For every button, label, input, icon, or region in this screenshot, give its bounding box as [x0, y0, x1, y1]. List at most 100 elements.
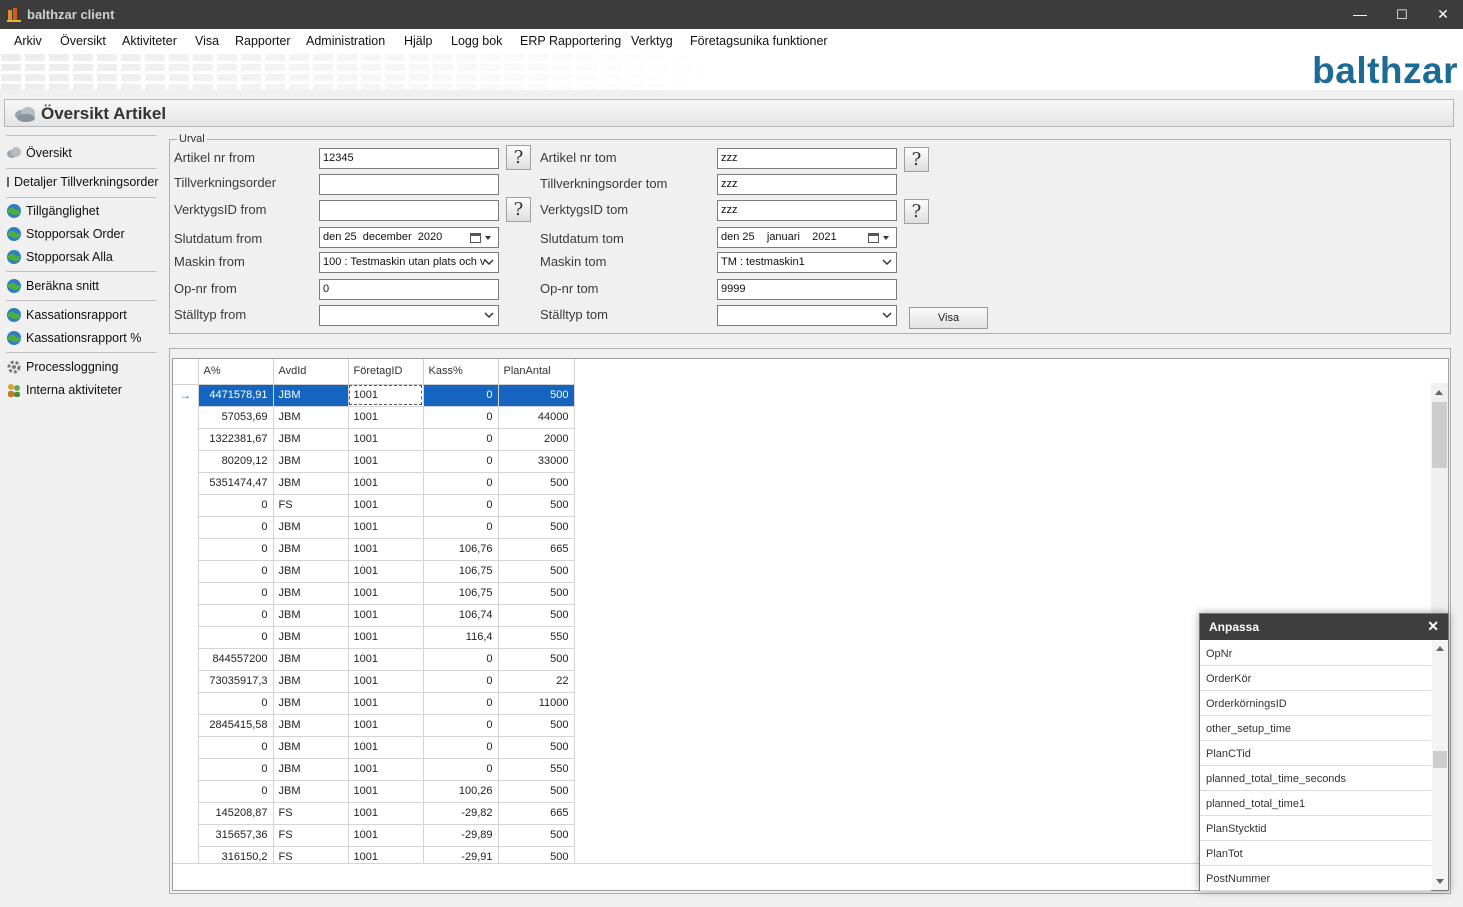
cell-planantal[interactable]: 550 — [498, 758, 575, 781]
cell-kass-procent[interactable]: 0 — [423, 692, 499, 715]
cell-kass-procent[interactable]: 106,75 — [423, 582, 499, 605]
cell-a-procent[interactable]: 0 — [198, 494, 274, 517]
cell-planantal[interactable]: 665 — [498, 538, 575, 561]
table-row[interactable]: 0 JBM 1001 0 550 — [173, 758, 575, 781]
cell-kass-procent[interactable]: 0 — [423, 648, 499, 671]
cell-avdid[interactable]: JBM — [273, 758, 349, 781]
cell-avdid[interactable]: JBM — [273, 670, 349, 693]
cell-a-procent[interactable]: 315657,36 — [198, 824, 274, 847]
cell-kass-procent[interactable]: 0 — [423, 516, 499, 539]
cell-avdid[interactable]: JBM — [273, 428, 349, 451]
cell-planantal[interactable]: 500 — [498, 472, 575, 495]
table-row[interactable]: 2845415,58 JBM 1001 0 500 — [173, 714, 575, 737]
table-row[interactable]: 73035917,3 JBM 1001 0 22 — [173, 670, 575, 693]
cell-planantal[interactable]: 500 — [498, 582, 575, 605]
row-indicator[interactable] — [173, 670, 199, 692]
cell-a-procent[interactable]: 0 — [198, 538, 274, 561]
order-from-input[interactable] — [319, 174, 499, 195]
maskin-tom-select[interactable]: TM : testmaskin1 — [717, 252, 897, 273]
calendar-dropdown-icon[interactable] — [470, 233, 494, 244]
artikel-tom-help-button[interactable]: ? — [904, 147, 929, 172]
anpassa-column-item[interactable]: planned_total_time1 — [1200, 791, 1431, 816]
cell-a-procent[interactable]: 80209,12 — [198, 450, 274, 473]
cell-avdid[interactable]: JBM — [273, 538, 349, 561]
menu-arkiv[interactable]: Arkiv — [14, 34, 42, 48]
verktyg-tom-input[interactable]: zzz — [717, 200, 897, 221]
menu-administration[interactable]: Administration — [306, 34, 385, 48]
menu-erp-rapportering[interactable]: ERP Rapportering — [520, 34, 621, 48]
sidebar-item-processloggning[interactable]: Processloggning — [6, 357, 118, 377]
cell-kass-procent[interactable]: 0 — [423, 450, 499, 473]
menu-visa[interactable]: Visa — [195, 34, 219, 48]
maskin-from-select[interactable]: 100 : Testmaskin utan plats och v — [319, 252, 499, 273]
cell-planantal[interactable]: 44000 — [498, 406, 575, 429]
cell-foretagid[interactable]: 1001 — [348, 802, 424, 825]
table-row[interactable]: 57053,69 JBM 1001 0 44000 — [173, 406, 575, 429]
sidebar-item-detaljer[interactable]: Detaljer Tillverkningsorder — [6, 172, 159, 192]
cell-planantal[interactable]: 500 — [498, 604, 575, 627]
anpassa-scroll-thumb[interactable] — [1433, 751, 1447, 768]
cell-avdid[interactable]: JBM — [273, 516, 349, 539]
opnr-tom-input[interactable]: 9999 — [717, 279, 897, 300]
table-row[interactable]: 0 JBM 1001 116,4 550 — [173, 626, 575, 649]
slut-tom-date-picker[interactable]: den 25 januari 2021 — [717, 227, 897, 248]
cell-foretagid[interactable]: 1001 — [348, 384, 424, 407]
cell-planantal[interactable]: 33000 — [498, 450, 575, 473]
cell-avdid[interactable]: JBM — [273, 692, 349, 715]
cell-kass-procent[interactable]: 0 — [423, 714, 499, 737]
anpassa-column-item[interactable]: other_setup_time — [1200, 716, 1431, 741]
cell-foretagid[interactable]: 1001 — [348, 582, 424, 605]
row-indicator[interactable] — [173, 758, 199, 780]
table-row[interactable]: 0 JBM 1001 100,26 500 — [173, 780, 575, 803]
anpassa-column-item[interactable]: OrderKör — [1200, 666, 1431, 691]
scroll-up-icon[interactable] — [1435, 389, 1443, 395]
current-row-arrow-icon[interactable]: → — [173, 384, 199, 406]
cell-kass-procent[interactable]: 0 — [423, 406, 499, 429]
table-row[interactable]: 844557200 JBM 1001 0 500 — [173, 648, 575, 671]
cell-planantal[interactable]: 500 — [498, 516, 575, 539]
row-indicator[interactable] — [173, 538, 199, 560]
column-header-avdid[interactable]: AvdId — [273, 359, 349, 385]
table-row[interactable]: 0 JBM 1001 106,75 500 — [173, 560, 575, 583]
cell-a-procent[interactable]: 145208,87 — [198, 802, 274, 825]
row-indicator[interactable] — [173, 428, 199, 450]
sidebar-item-oversikt[interactable]: Översikt — [6, 143, 72, 163]
close-icon[interactable]: ✕ — [1427, 618, 1439, 635]
cell-kass-procent[interactable]: 0 — [423, 384, 499, 407]
menu-logg-bok[interactable]: Logg bok — [451, 34, 502, 48]
table-row[interactable]: 0 FS 1001 0 500 — [173, 494, 575, 517]
cell-planantal[interactable]: 500 — [498, 780, 575, 803]
scroll-up-icon[interactable] — [1436, 645, 1444, 651]
cell-a-procent[interactable]: 0 — [198, 560, 274, 583]
row-indicator[interactable] — [173, 802, 199, 824]
order-tom-input[interactable]: zzz — [717, 174, 897, 195]
table-row[interactable]: 80209,12 JBM 1001 0 33000 — [173, 450, 575, 473]
sidebar-item-kassationsrapport-procent[interactable]: Kassationsrapport % — [6, 328, 141, 348]
sidebar-item-kassationsrapport[interactable]: Kassationsrapport — [6, 305, 127, 325]
artikel-from-input[interactable]: 12345 — [319, 148, 499, 169]
cell-kass-procent[interactable]: 0 — [423, 428, 499, 451]
table-row[interactable]: 0 JBM 1001 106,76 665 — [173, 538, 575, 561]
cell-planantal[interactable]: 500 — [498, 648, 575, 671]
cell-a-procent[interactable]: 5351474,47 — [198, 472, 274, 495]
cell-avdid[interactable]: JBM — [273, 406, 349, 429]
anpassa-column-item[interactable]: OrderkörningsID — [1200, 691, 1431, 716]
cell-planantal[interactable]: 22 — [498, 670, 575, 693]
table-row[interactable]: 0 JBM 1001 106,75 500 — [173, 582, 575, 605]
cell-avdid[interactable]: JBM — [273, 582, 349, 605]
row-indicator[interactable] — [173, 450, 199, 472]
cell-planantal[interactable]: 500 — [498, 384, 575, 407]
cell-a-procent[interactable]: 2845415,58 — [198, 714, 274, 737]
cell-planantal[interactable]: 11000 — [498, 692, 575, 715]
anpassa-column-item[interactable]: OpNr — [1200, 641, 1431, 666]
cell-foretagid[interactable]: 1001 — [348, 758, 424, 781]
cell-planantal[interactable]: 2000 — [498, 428, 575, 451]
cell-avdid[interactable]: JBM — [273, 384, 349, 407]
anpassa-column-item[interactable]: PlanTot — [1200, 841, 1431, 866]
cell-a-procent[interactable]: 0 — [198, 736, 274, 759]
cell-foretagid[interactable]: 1001 — [348, 714, 424, 737]
cell-a-procent[interactable]: 1322381,67 — [198, 428, 274, 451]
cell-planantal[interactable]: 500 — [498, 714, 575, 737]
cell-kass-procent[interactable]: 0 — [423, 758, 499, 781]
cell-kass-procent[interactable]: 100,26 — [423, 780, 499, 803]
